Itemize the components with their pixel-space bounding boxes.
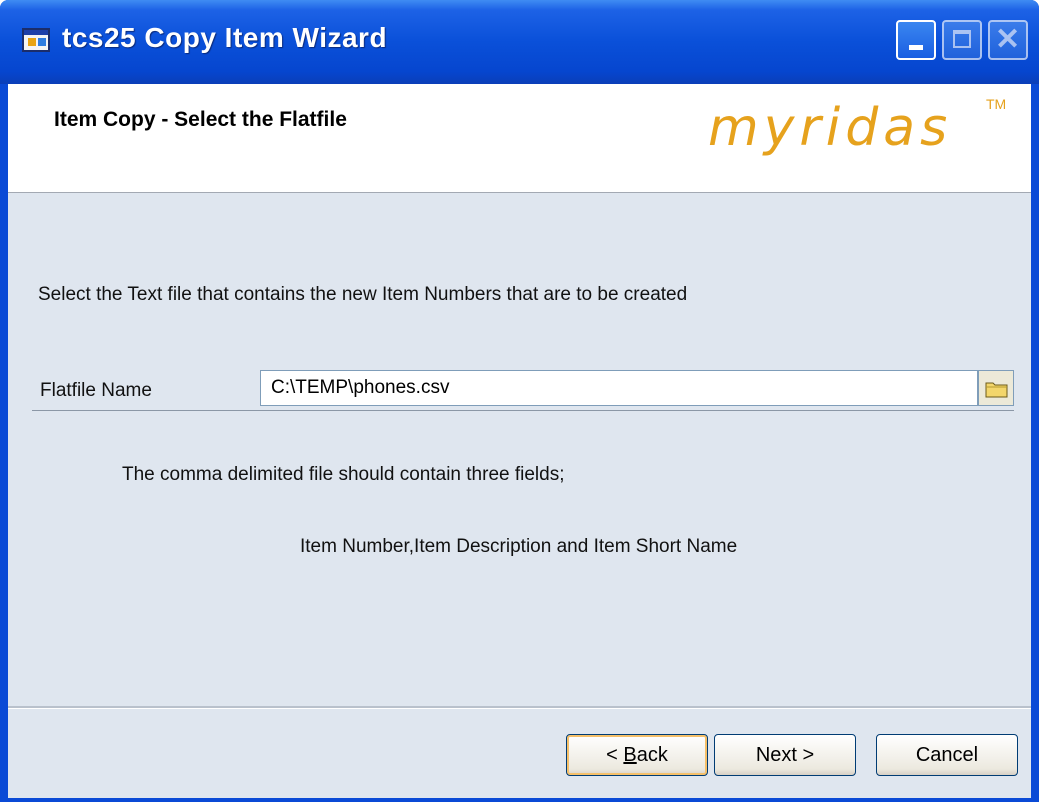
format-fields: Item Number,Item Description and Item Sh… [300,536,738,557]
myridas-logo: myridas [708,98,953,158]
title-bar[interactable]: tcs25 Copy Item Wizard ✕ [0,0,1039,84]
field-divider [32,410,1014,411]
footer-divider [8,706,1031,709]
app-icon[interactable] [22,28,50,52]
minimize-icon [909,45,923,50]
next-button[interactable]: Next > [714,734,856,776]
wizard-client-area: Item Copy - Select the Flatfile myridas … [8,84,1031,798]
instruction-text: Select the Text file that contains the n… [38,284,688,305]
wizard-window: tcs25 Copy Item Wizard ✕ Item Copy - Sel… [0,0,1039,802]
close-button: ✕ [988,20,1028,60]
close-icon: ✕ [995,23,1021,56]
back-button[interactable]: < Back [566,734,708,776]
minimize-button[interactable] [896,20,936,60]
browse-file-button[interactable] [978,370,1014,406]
window-title: tcs25 Copy Item Wizard [62,22,388,53]
maximize-button [942,20,982,60]
page-title: Item Copy - Select the Flatfile [54,108,347,131]
flatfile-name-label: Flatfile Name [40,380,152,401]
folder-icon [985,382,1008,398]
cancel-button[interactable]: Cancel [876,734,1018,776]
maximize-icon [953,30,971,48]
format-note: The comma delimited file should contain … [122,464,565,485]
wizard-header: Item Copy - Select the Flatfile myridas … [8,84,1031,193]
flatfile-name-input[interactable]: C:\TEMP\phones.csv [260,370,978,406]
trademark-mark: TM [986,96,1007,112]
